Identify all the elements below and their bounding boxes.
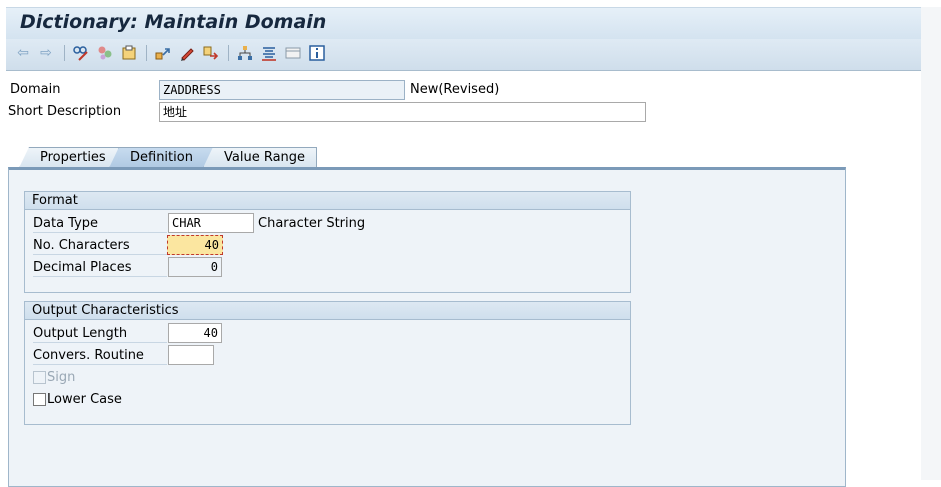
toolbar-separator bbox=[228, 45, 229, 61]
data-type-label: Data Type bbox=[33, 216, 167, 233]
domain-field[interactable]: ZADDRESS bbox=[159, 80, 405, 100]
title-bar: Dictionary: Maintain Domain bbox=[6, 7, 922, 39]
domain-status: New(Revised) bbox=[410, 82, 500, 97]
activate-icon[interactable] bbox=[96, 44, 114, 62]
domain-label: Domain bbox=[10, 82, 61, 97]
decimal-places-label: Decimal Places bbox=[33, 260, 167, 277]
sign-checkbox bbox=[33, 371, 46, 384]
tab-value-range[interactable]: Value Range bbox=[203, 147, 317, 168]
info-icon[interactable] bbox=[308, 44, 326, 62]
edit-icon[interactable] bbox=[178, 44, 196, 62]
sign-label: Sign bbox=[47, 370, 76, 385]
back-arrow-icon[interactable]: ⇦ bbox=[14, 44, 32, 62]
no-characters-label: No. Characters bbox=[33, 238, 167, 255]
tab-definition[interactable]: Definition bbox=[109, 147, 221, 168]
other-object-icon[interactable] bbox=[202, 44, 220, 62]
list-icon[interactable] bbox=[260, 44, 278, 62]
lower-case-label: Lower Case bbox=[47, 392, 122, 407]
layout-icon[interactable] bbox=[284, 44, 302, 62]
short-description-label: Short Description bbox=[8, 104, 122, 119]
output-length-label: Output Length bbox=[33, 326, 167, 343]
forward-arrow-icon[interactable]: ⇨ bbox=[37, 44, 55, 62]
short-description-field[interactable]: 地址 bbox=[159, 102, 646, 122]
check-icon[interactable] bbox=[120, 44, 138, 62]
application-toolbar: ⇦ ⇨ bbox=[6, 39, 922, 71]
format-group-title: Format bbox=[25, 192, 630, 210]
output-characteristics-group: Output Characteristics Output Length 40 … bbox=[24, 301, 631, 425]
lower-case-checkbox[interactable] bbox=[33, 393, 46, 406]
conversion-routine-label: Convers. Routine bbox=[33, 348, 167, 365]
no-characters-field[interactable]: 40 bbox=[167, 235, 223, 255]
right-margin bbox=[921, 7, 941, 480]
where-used-icon[interactable] bbox=[154, 44, 172, 62]
display-change-icon[interactable] bbox=[72, 44, 90, 62]
conversion-routine-field[interactable] bbox=[168, 345, 214, 365]
toolbar-separator bbox=[64, 45, 65, 61]
window-title: Dictionary: Maintain Domain bbox=[20, 11, 327, 33]
output-length-field[interactable]: 40 bbox=[168, 323, 222, 343]
decimal-places-field[interactable]: 0 bbox=[168, 257, 222, 277]
tab-properties[interactable]: Properties bbox=[19, 147, 119, 168]
data-type-field[interactable]: CHAR bbox=[168, 213, 254, 233]
format-group: Format Data Type CHAR Character String N… bbox=[24, 191, 631, 293]
toolbar-separator bbox=[146, 45, 147, 61]
definition-tab-panel: Format Data Type CHAR Character String N… bbox=[8, 167, 846, 487]
hierarchy-icon[interactable] bbox=[236, 44, 254, 62]
output-group-title: Output Characteristics bbox=[25, 302, 630, 320]
data-type-description: Character String bbox=[258, 216, 366, 231]
